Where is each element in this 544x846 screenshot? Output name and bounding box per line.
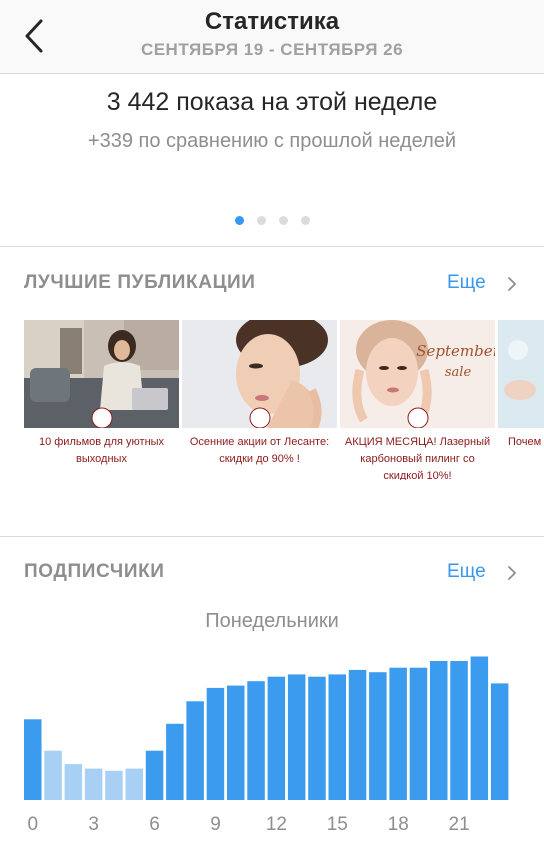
x-tick-label: 21 [449, 814, 470, 835]
chart-bar [125, 768, 143, 800]
x-tick-label: 3 [88, 814, 99, 835]
chart-bar [145, 750, 164, 800]
svg-text:sale: sale [445, 365, 472, 380]
followers-chart: 0 3 6 9 12 15 18 21 [24, 656, 509, 835]
chevron-right-icon[interactable] [505, 564, 519, 582]
post-caption: АКЦИЯ МЕСЯЦА! Лазерный карбоновый пилинг… [344, 436, 491, 480]
post-thumbnail[interactable] [498, 320, 544, 428]
chart-bar [287, 674, 306, 800]
chart-bar [470, 656, 489, 800]
x-tick-label: 6 [149, 814, 160, 835]
post-card[interactable]: Почем [498, 320, 544, 480]
x-tick-label: 9 [210, 814, 221, 835]
page-indicator[interactable] [0, 216, 544, 225]
chart-bar [430, 661, 448, 800]
chart-bar [24, 719, 42, 800]
top-posts-more-link[interactable]: Еще [447, 272, 486, 294]
x-tick-label: 12 [266, 814, 287, 835]
chart-bar [64, 764, 83, 800]
post-caption: Почем [508, 436, 542, 448]
chart-bar [409, 667, 428, 800]
x-tick-label: 18 [388, 814, 409, 835]
chevron-right-icon[interactable] [505, 275, 519, 293]
nav-header: Статистика СЕНТЯБРЯ 19 - СЕНТЯБРЯ 26 [0, 0, 544, 74]
page-dot[interactable] [256, 216, 266, 225]
chart-bar [105, 770, 123, 800]
divider [0, 246, 544, 247]
top-posts-title: ЛУЧШИЕ ПУБЛИКАЦИИ [24, 272, 256, 293]
post-caption: Осенние акции от Лесанте: скидки до 90% … [189, 436, 330, 465]
chart-bar [84, 768, 103, 800]
followers-more-link[interactable]: Еще [447, 561, 486, 583]
chart-bar [166, 723, 184, 800]
date-range: СЕНТЯБРЯ 19 - СЕНТЯБРЯ 26 [140, 40, 404, 59]
post-card[interactable]: Осенние акции от Лесанте: скидки до 90% … [182, 320, 337, 480]
post-thumbnail[interactable] [24, 320, 179, 428]
x-tick-label: 0 [28, 814, 39, 835]
impressions-compare: +339 по сравнению с прошлой неделей [87, 130, 457, 152]
page-dot[interactable] [234, 216, 244, 225]
chart-bar [267, 676, 286, 800]
chart-bar [227, 685, 245, 800]
page-dot[interactable] [278, 216, 288, 225]
chart-bar [348, 669, 367, 800]
post-card[interactable]: 10 фильмов для уютных выходных [24, 320, 179, 480]
impressions-count: 3 442 показа на этой неделе [106, 88, 438, 116]
chart-bar [328, 674, 346, 800]
chart-bar [369, 672, 387, 800]
chart-bar [308, 676, 326, 800]
page-dot[interactable] [300, 216, 310, 225]
chart-bar [206, 687, 225, 800]
post-thumbnail[interactable] [182, 320, 337, 428]
post-card[interactable]: September sale АКЦИЯ МЕСЯЦА! Лазерный ка… [340, 320, 495, 480]
top-posts-carousel[interactable]: 10 фильмов для уютных выходных Осенние а… [24, 320, 544, 480]
chart-bar [450, 661, 468, 800]
chart-bar [490, 683, 509, 800]
post-overlay-text: September [416, 342, 495, 360]
post-thumbnail[interactable]: September sale [340, 320, 495, 428]
chart-bar [247, 681, 265, 800]
chart-bar [44, 750, 62, 800]
chart-bar [389, 667, 407, 800]
chart-bar [186, 701, 204, 800]
divider [0, 536, 544, 537]
chart-title: Понедельники [205, 610, 339, 632]
page-title: Статистика [204, 8, 340, 35]
post-caption: 10 фильмов для уютных выходных [38, 436, 165, 465]
x-tick-label: 15 [327, 814, 348, 835]
followers-title: ПОДПИСЧИКИ [24, 561, 165, 582]
